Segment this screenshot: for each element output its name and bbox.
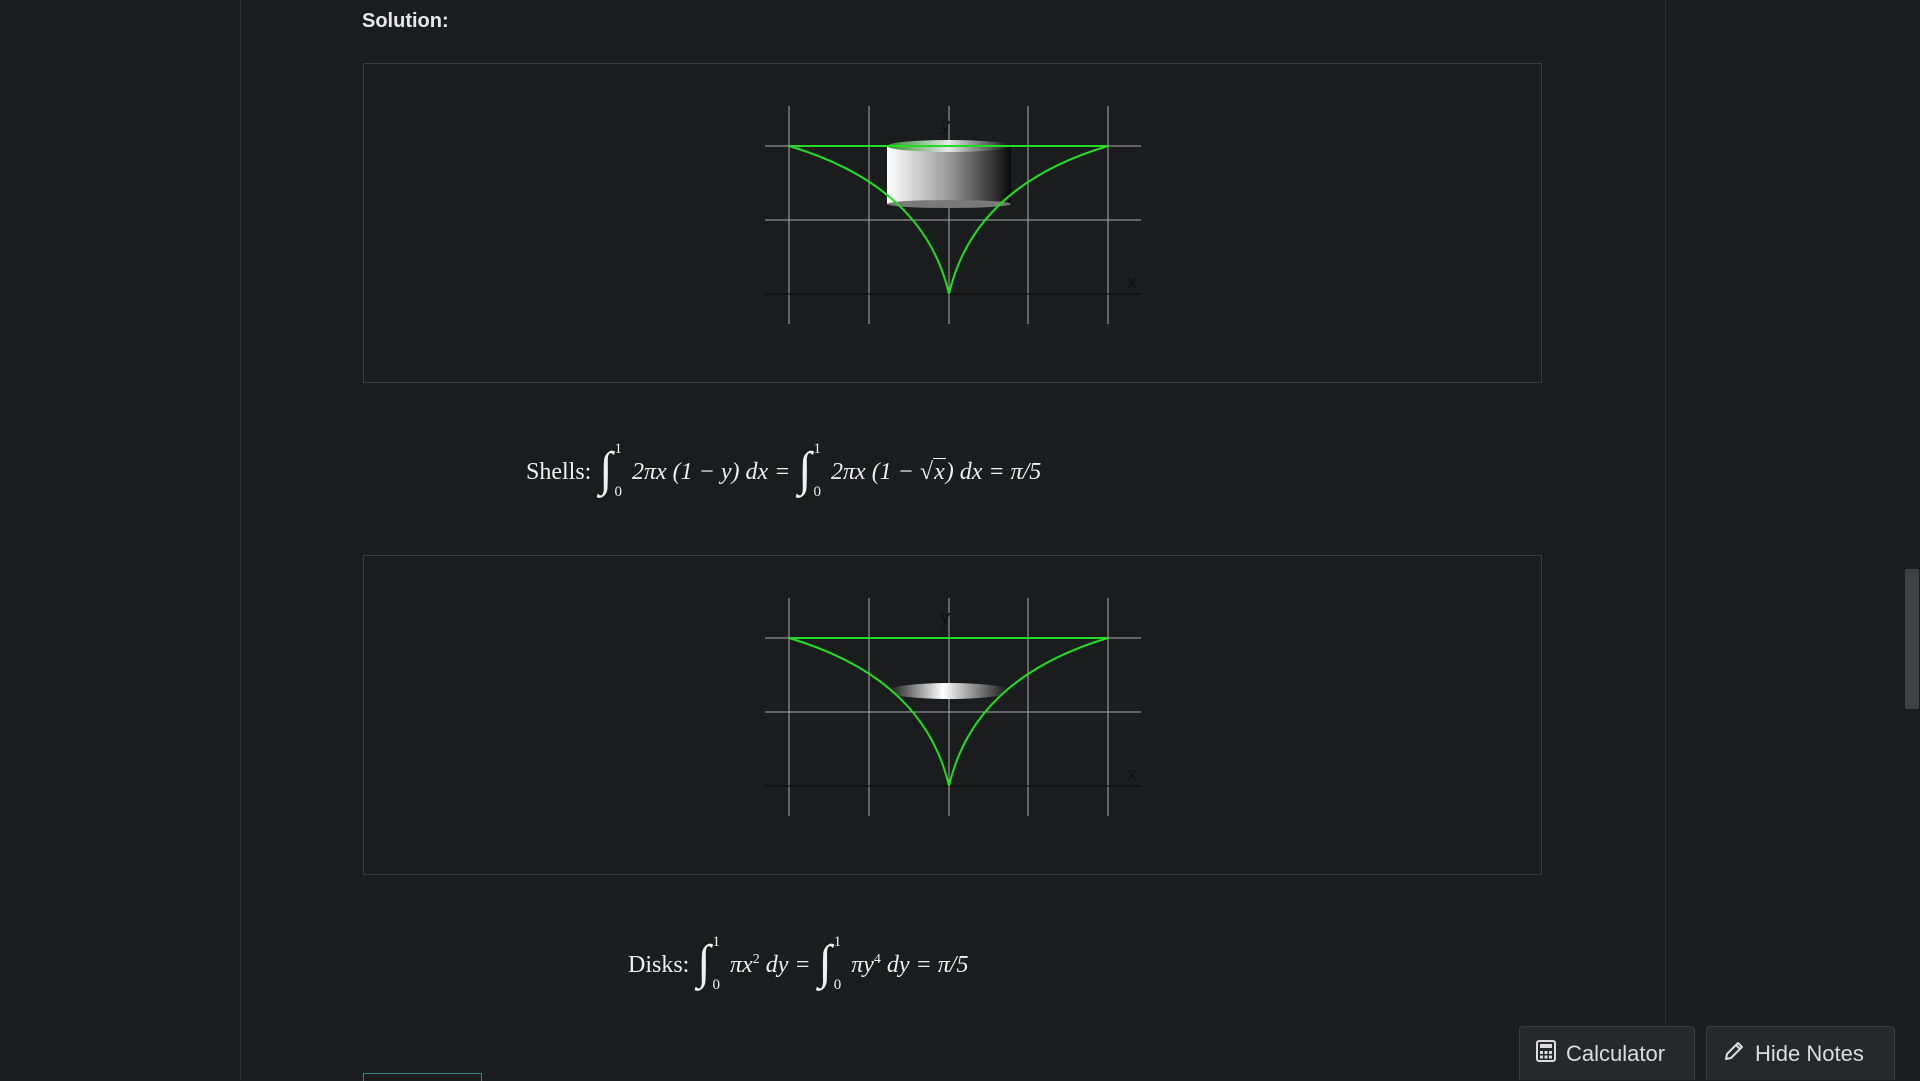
hide-notes-label: Hide Notes — [1755, 1040, 1864, 1066]
shells-integrand-1: 2πx (1 − y) dx = — [632, 459, 791, 485]
disks-figure: y x — [363, 555, 1542, 875]
integral-sign: ∫ — [697, 936, 711, 989]
disk-slice — [887, 683, 1011, 699]
shells-label: Shells: — [526, 459, 592, 485]
y-axis-label: y — [940, 115, 951, 136]
x-axis-label: x — [1127, 272, 1138, 293]
x-axis-label: x — [1127, 764, 1138, 785]
integral-sign: ∫ — [818, 936, 832, 989]
integral-sign: ∫ — [798, 443, 812, 496]
integral-limits: 10 — [833, 934, 842, 994]
hide-notes-button[interactable]: Hide Notes — [1706, 1026, 1895, 1080]
disks-formula: Disks: ∫ 1 0 πx2 dy = ∫ 1 0 πy4 dy = π/5 — [628, 934, 969, 994]
grid-lines — [765, 106, 1141, 324]
solution-heading: Solution: — [362, 10, 449, 32]
shells-figure: y x — [363, 63, 1542, 383]
shells-formula: Shells: ∫ 1 0 2πx (1 − y) dx = ∫ 1 0 2πx (1 − … — [526, 441, 1042, 501]
scrollbar-thumb[interactable] — [1905, 569, 1919, 709]
integral-limits: 10 — [614, 441, 623, 501]
calculator-button[interactable]: Calculator — [1519, 1026, 1695, 1080]
shells-integrand-2b: ) dx = π/5 — [945, 459, 1042, 485]
calculator-label: Calculator — [1566, 1040, 1666, 1066]
y-axis-label: y — [940, 607, 951, 628]
shells-integrand-2a: 2πx (1 − — [831, 459, 920, 485]
pencil-icon — [1723, 1040, 1745, 1068]
integral-limits: 10 — [813, 441, 822, 501]
grid-lines — [765, 598, 1141, 816]
calculator-icon — [1536, 1039, 1556, 1068]
integral-limits: 10 — [712, 934, 721, 994]
cylinder-shell — [887, 140, 1011, 208]
scrollbar-track[interactable] — [1904, 0, 1920, 1080]
integral-sign: ∫ — [599, 443, 613, 496]
sqrt-term: x — [933, 458, 946, 485]
disks-label: Disks: — [628, 952, 690, 978]
